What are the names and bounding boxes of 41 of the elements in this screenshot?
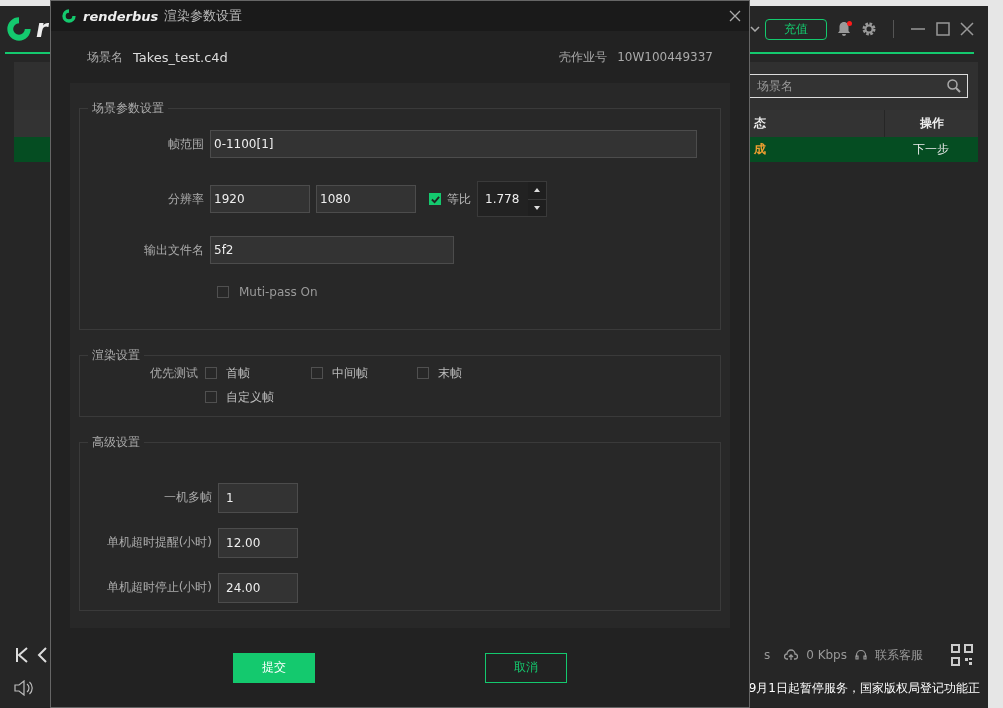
upload-speed: 0 Kbps — [806, 648, 847, 662]
field-label: 输出文件名 — [143, 241, 204, 259]
dialog-title: 渲染参数设置 — [164, 7, 244, 25]
field-label: 单机超时停止(小时) — [105, 579, 212, 596]
action-link[interactable]: 下一步 — [913, 141, 949, 158]
input-field[interactable]: 1920 — [210, 185, 310, 213]
job-label: 壳作业号 — [559, 48, 608, 66]
input-field[interactable]: 5f2 — [210, 236, 454, 264]
status-text: 成 — [754, 141, 766, 158]
checkbox-label: 首帧 — [226, 364, 250, 382]
job-id: 10W100449337 — [617, 50, 713, 64]
checkbox-label: 中间帧 — [332, 364, 368, 382]
input-field[interactable]: 12.00 — [218, 527, 298, 558]
checkbox-label: Muti-pass On — [239, 285, 318, 299]
field-label: 单机超时提醒(小时) — [105, 534, 212, 551]
support-link[interactable]: 联系客服 — [875, 646, 923, 664]
field-label: 分辨率 — [167, 190, 204, 208]
field-label: 优先测试 — [149, 366, 198, 382]
cancel-button[interactable]: 取消 — [485, 652, 567, 683]
scene-name: Takes_test.c4d — [133, 49, 228, 65]
scene-label: 场景名 — [87, 48, 123, 66]
field-label: 帧范围 — [167, 135, 204, 153]
section-title: 场景参数设置 — [91, 100, 165, 117]
input-field[interactable]: 1080 — [316, 185, 416, 213]
notice-text: 9月1日起暂停服务，国家版权局登记功能正 — [748, 679, 980, 697]
section-title: 高级设置 — [91, 434, 141, 451]
column-header: 态 — [754, 115, 766, 132]
input-field[interactable]: 24.00 — [218, 572, 298, 603]
logo-text: renderbus — [83, 8, 159, 24]
recharge-button[interactable]: 充值 — [765, 18, 827, 40]
logo-text: r — [36, 15, 48, 43]
input-field[interactable]: 1 — [218, 482, 298, 513]
section-title: 渲染设置 — [91, 347, 141, 364]
checkbox-label: 等比 — [447, 190, 471, 208]
download-speed: s — [763, 648, 771, 662]
checkbox-label: 自定义帧 — [226, 388, 274, 406]
field-label: 一机多帧 — [163, 489, 212, 506]
column-header: 操作 — [919, 115, 944, 132]
checkbox-label: 末帧 — [438, 364, 462, 382]
ratio-spinbox[interactable]: 1.778 — [477, 181, 547, 217]
input-field[interactable]: 0-1100[1] — [210, 130, 697, 158]
